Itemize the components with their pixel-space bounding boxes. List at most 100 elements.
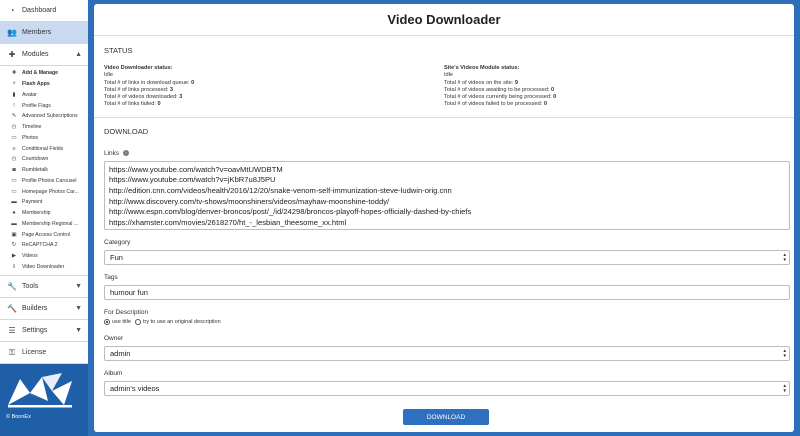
sidebar-subitem[interactable]: ≡ Conditional Fields (0, 143, 88, 154)
chevron-down-icon: ▼ (75, 305, 82, 313)
sidebar-subitem[interactable]: ▶ Videos (0, 251, 88, 262)
info-icon[interactable]: i (123, 150, 129, 157)
sidebar-subitem-label: Profile Photos Carousel (22, 177, 77, 184)
lock-icon: ▣ (11, 231, 17, 238)
sidebar-subitem-label: Photos (22, 134, 39, 141)
user-icon: ▮ (12, 91, 16, 98)
tags-label: Tags (104, 273, 118, 281)
sidebar-subitem[interactable]: ⇩ Video Downloader (0, 262, 88, 273)
status-line-label: Total # of videos awaiting to be process… (444, 86, 551, 93)
chat-icon: ◙ (12, 167, 16, 174)
description-label: For Description (104, 308, 149, 316)
sidebar-subitem[interactable]: ⚡ Flash Apps (0, 79, 88, 90)
chevron-up-icon: ▲ (75, 51, 82, 58)
status-line: Total # of videos currently being proces… (444, 94, 784, 101)
sidebar-subitem[interactable]: ▣ Page Access Control (0, 229, 88, 240)
status-line-value: 0 (543, 101, 547, 108)
owner-value: admin (110, 348, 131, 358)
sidebar-item-label: Tools (22, 283, 39, 291)
downloader-status-title: Video Downloader status: (104, 65, 173, 71)
sidebar-subitem-label: Videos (22, 253, 38, 260)
sidebar-subitem[interactable]: ✚ Add & Manage (0, 68, 88, 79)
status-line: Total # of videos on the site: 9 (444, 80, 784, 87)
image-icon: ▭ (11, 134, 17, 141)
status-line-value: 3 (169, 86, 174, 93)
status-line-value: 3 (179, 94, 183, 101)
link-line: http://edition.cnn.com/videos/health/201… (109, 185, 452, 195)
sidebar-item-label: Members (22, 29, 52, 36)
links-textarea[interactable]: https://www.youtube.com/watch?v=oavMtUWD… (104, 160, 790, 230)
sidebar-subitem[interactable]: ▮ Avatar (0, 90, 88, 101)
download-button[interactable]: DOWNLOAD (403, 409, 489, 425)
link-line: https://www.youtube.com/watch?v=jKbR7u8J… (109, 175, 276, 185)
description-radio-group: use title try to use an original descrip… (104, 318, 784, 325)
radio-original-description-label: try to use an original description (142, 318, 221, 325)
sidebar-subitem-label: Homepage Photos Car... (22, 188, 79, 195)
wrench-icon: 🔧 (7, 282, 17, 292)
sidebar-subitem[interactable]: ◷ Timeline (0, 122, 88, 133)
sidebar-subitem-label: Page Access Control (22, 231, 71, 238)
category-label: Category (104, 238, 131, 246)
sidebar-subitem[interactable]: ● Membership (0, 208, 88, 219)
sidebar-item-members[interactable]: 👥 Members (0, 22, 88, 44)
owner-select[interactable]: admin ▲ ▼ (104, 345, 790, 361)
sidebar-item-dashboard[interactable]: ◔ Dashboard (0, 0, 88, 22)
key-icon: ⚿ (8, 347, 16, 357)
sidebar-subitem[interactable]: ! Profile Flags (0, 100, 88, 111)
sidebar-subitem[interactable]: ✎ Advanced Subscriptions (0, 111, 88, 122)
status-line-label: Total # of videos on the site: (444, 79, 515, 86)
sidebar-subitem-label: Flash Apps (22, 81, 50, 88)
status-line-value: 0 (157, 101, 161, 108)
circle-icon: ● (12, 210, 16, 217)
status-line: Total # of links in download queue: 0 (104, 80, 444, 87)
sidebar-subitem[interactable]: ▭ Photos (0, 133, 88, 144)
section-divider (94, 116, 794, 118)
main-panel: Video Downloader STATUS Video Downloader… (94, 4, 794, 432)
sidebar-subitem[interactable]: ▭ Profile Photos Carousel (0, 176, 88, 187)
radio-original-description[interactable] (134, 318, 141, 325)
select-arrows-icon: ▲ ▼ (782, 251, 787, 262)
sidebar-item-tools[interactable]: 🔧 Tools ▼ (0, 276, 88, 299)
bolt-icon: ⚡ (12, 81, 16, 88)
links-label: Links (104, 149, 120, 157)
category-select[interactable]: Fun ▲ ▼ (104, 249, 790, 265)
videos-module-status-state: Idle (444, 72, 454, 79)
sidebar: ◔ Dashboard 👥 Members ✚ Modules ▲ ✚ Add &… (0, 0, 88, 436)
status-line: Total # of links failed: 0 (104, 101, 444, 108)
album-select[interactable]: admin's videos ▲ ▼ (104, 380, 790, 396)
tags-input[interactable]: humour fun (104, 284, 790, 300)
sidebar-subitem[interactable]: ▬ Payment (0, 197, 88, 208)
link-line: https://www.youtube.com/watch?v=oavMtUWD… (109, 164, 283, 174)
sidebar-subitem-label: Payment (22, 199, 43, 206)
dashboard-icon: ◔ (9, 6, 15, 15)
sidebar-item-license[interactable]: ⚿ License (0, 342, 88, 365)
downloader-status-state: Idle (104, 72, 114, 79)
sidebar-item-modules[interactable]: ✚ Modules ▲ (0, 44, 88, 66)
sidebar-subitem-label: Timeline (22, 124, 42, 131)
status-line: Total # of videos awaiting to be process… (444, 87, 784, 94)
sidebar-subitem[interactable]: ◷ Countdown (0, 154, 88, 165)
link-line: http://www.espn.com/blog/denver-broncos/… (109, 207, 472, 217)
select-arrows-icon: ▲ ▼ (782, 382, 787, 393)
sidebar-item-settings[interactable]: ☰ Settings ▼ (0, 320, 88, 343)
sidebar-item-label: Modules (22, 51, 49, 58)
sidebar-subitem[interactable]: ◙ Rumbletalk (0, 165, 88, 176)
sidebar-subitem-label: Rumbletalk (22, 167, 48, 174)
sidebar-subitem[interactable]: ▬ Membership Regional ... (0, 219, 88, 230)
status-line-value: 0 (550, 86, 555, 93)
tags-value: humour fun (110, 287, 148, 297)
album-label: Album (104, 369, 123, 377)
sidebar-subitem[interactable]: ↻ ReCAPTCHA 2 (0, 240, 88, 251)
exclamation-icon: ! (13, 102, 15, 109)
clock-icon: ◷ (11, 156, 17, 163)
status-section: STATUS Video Downloader status: Idle Tot… (94, 46, 794, 109)
sidebar-subitem-label: Membership (22, 210, 51, 217)
radio-use-title[interactable] (104, 318, 110, 325)
videos-module-status: Site's Videos Module status: Idle Total … (444, 65, 784, 109)
status-line: Total # of links processed: 3 (104, 87, 444, 94)
chevron-down-icon: ▼ (75, 327, 82, 335)
sidebar-subitem[interactable]: ▭ Homepage Photos Car... (0, 186, 88, 197)
sidebar-item-builders[interactable]: 🔨 Builders ▼ (0, 298, 88, 321)
card-icon: ▬ (11, 199, 17, 206)
sidebar-subitem-label: Membership Regional ... (22, 220, 79, 227)
